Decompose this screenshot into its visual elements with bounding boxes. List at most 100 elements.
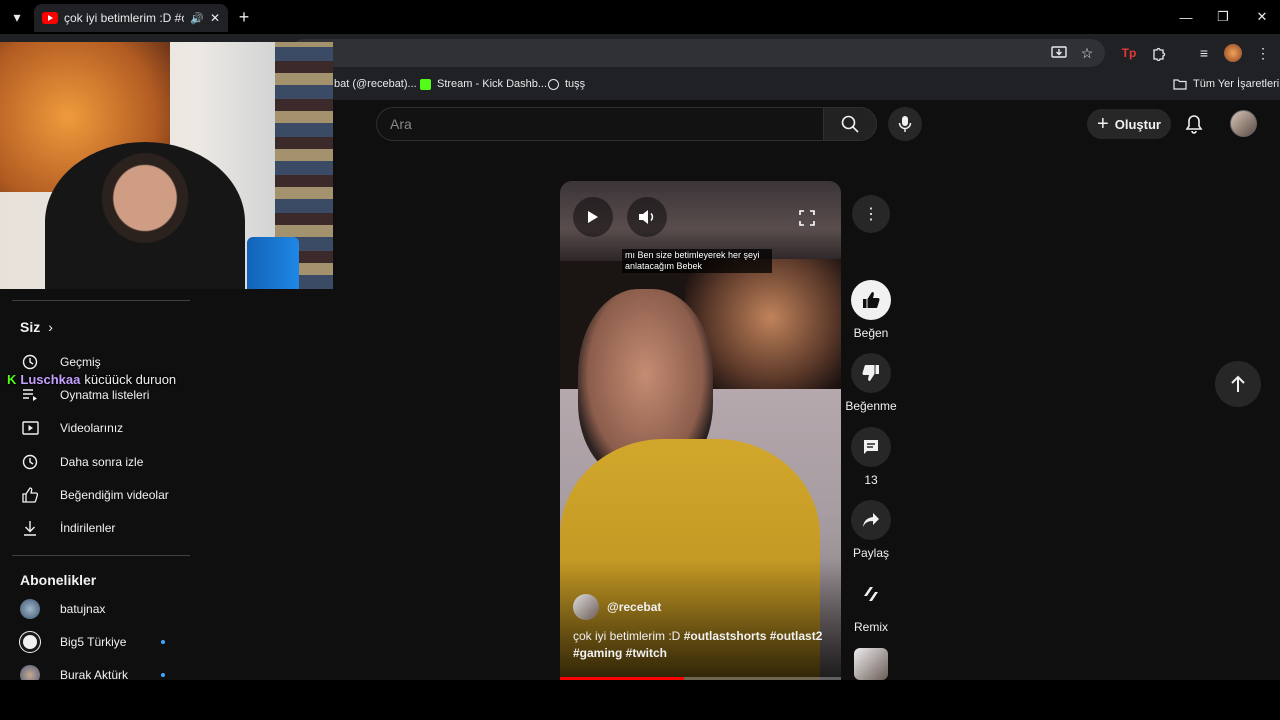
sound-source-thumbnail[interactable] [854, 648, 888, 680]
profile-avatar-icon[interactable] [1222, 42, 1244, 64]
account-avatar[interactable] [1230, 110, 1257, 137]
short-title-text: çok iyi betimlerim :D [573, 629, 684, 643]
search-icon [841, 115, 859, 133]
subscription-item[interactable]: batujnax [20, 594, 195, 624]
sidebar-item-your-videos[interactable]: Videolarınız [20, 413, 195, 443]
fullscreen-button[interactable] [790, 201, 824, 235]
new-tab-button[interactable]: + [233, 6, 255, 28]
short-title: çok iyi betimlerim :D #outlastshorts #ou… [573, 628, 828, 662]
media-controls-icon[interactable]: ≡ [1193, 42, 1215, 64]
bookmark-item[interactable]: Stream - Kick Dashb... [420, 78, 547, 90]
channel-avatar [20, 599, 40, 619]
browser-tab[interactable]: çok iyi betimlerim :D #outla 🔊 ✕ [34, 4, 228, 32]
extension-tp-icon[interactable]: Tp [1118, 42, 1140, 64]
share-icon [863, 513, 879, 527]
browser-titlebar: ▾ çok iyi betimlerim :D #outla 🔊 ✕ + — ❐… [0, 0, 1280, 34]
restore-button[interactable]: ❐ [1203, 0, 1243, 34]
remix-icon [864, 587, 878, 601]
blue-cup-image [247, 237, 299, 289]
streamer-image [45, 142, 245, 289]
dislike-action[interactable]: Beğenme [845, 353, 897, 413]
notifications-button[interactable] [1182, 112, 1206, 136]
bookmark-label: Stream - Kick Dashb... [437, 78, 548, 90]
sidebar-item-liked-videos[interactable]: Beğendiğim videolar [20, 480, 195, 510]
voice-search-button[interactable] [888, 107, 922, 141]
history-icon [20, 352, 40, 372]
share-label: Paylaş [852, 546, 890, 560]
play-button[interactable] [573, 197, 613, 237]
youtube-favicon-icon [42, 12, 58, 24]
all-bookmarks-button[interactable]: Tüm Yer İşaretleri [1173, 78, 1279, 90]
thumb-up-icon [20, 485, 40, 505]
sidebar-subscriptions-header: Abonelikler [20, 572, 96, 588]
play-icon [588, 211, 598, 223]
short-channel[interactable]: @recebat [573, 594, 661, 620]
channel-avatar [19, 631, 41, 653]
sidebar-divider [12, 300, 190, 301]
search-input[interactable]: Ara [376, 107, 824, 141]
like-action[interactable]: Beğen [845, 280, 897, 340]
search-button[interactable] [823, 107, 877, 141]
globe-icon [548, 78, 559, 90]
extensions-puzzle-icon[interactable] [1148, 42, 1170, 64]
create-button[interactable]: + Oluştur [1087, 109, 1171, 139]
sidebar-you-title: Siz [20, 319, 41, 335]
sidebar-item-label: Geçmiş [60, 355, 101, 369]
sidebar-item-label: Beğendiğim videolar [60, 488, 169, 502]
bookmark-item[interactable]: tuşş [548, 78, 585, 90]
video-bottom-gradient [560, 560, 841, 680]
shorts-player[interactable]: mı Ben size betimleyerek her şeyi anlata… [560, 181, 841, 680]
comment-icon [864, 440, 878, 454]
browser-menu-icon[interactable]: ⋮ [1252, 42, 1274, 64]
new-content-dot [161, 640, 165, 644]
tab-audio-icon[interactable]: 🔊 [190, 12, 204, 25]
subscription-name: Big5 Türkiye [60, 635, 127, 649]
chevron-right-icon: › [48, 319, 53, 335]
sidebar-divider [12, 555, 190, 556]
bookmark-item[interactable]: bat (@recebat)... [334, 78, 417, 90]
kick-logo-icon [420, 78, 431, 90]
like-button[interactable] [851, 280, 891, 320]
remix-button[interactable] [851, 574, 891, 614]
sidebar-item-label: Videolarınız [60, 421, 124, 435]
clock-icon [20, 452, 40, 472]
chat-message-overlay: K Luschkaa kücüück duruon [7, 372, 176, 387]
create-label: Oluştur [1114, 116, 1161, 132]
dislike-button[interactable] [851, 353, 891, 393]
tab-title: çok iyi betimlerim :D #outla [64, 11, 184, 25]
playlist-icon [20, 385, 40, 405]
download-icon [20, 518, 40, 538]
comments-action[interactable]: 13 [845, 427, 897, 487]
fullscreen-icon [799, 210, 815, 226]
bookmark-star-icon[interactable]: ☆ [1076, 42, 1098, 64]
sidebar-subscriptions-title: Abonelikler [20, 572, 97, 588]
sidebar-item-downloads[interactable]: İndirilenler [20, 513, 195, 543]
thumb-down-icon [862, 365, 879, 381]
chat-username: Luschkaa [20, 372, 81, 387]
volume-button[interactable] [627, 197, 667, 237]
remix-action[interactable]: Remix [845, 574, 897, 634]
sidebar-you-header[interactable]: Siz › [20, 319, 53, 335]
sidebar-item-label: Daha sonra izle [60, 455, 144, 469]
bookmark-label: tuşş [565, 78, 586, 90]
subscription-item[interactable]: Big5 Türkiye [19, 627, 195, 657]
remix-label: Remix [853, 620, 888, 634]
tab-close-icon[interactable]: ✕ [210, 11, 220, 25]
more-options-button[interactable]: ⋮ [852, 195, 890, 233]
share-button[interactable] [851, 500, 891, 540]
share-action[interactable]: Paylaş [845, 500, 897, 560]
channel-avatar [573, 594, 599, 620]
tab-search-button[interactable]: ▾ [6, 6, 28, 28]
sidebar-item-label: İndirilenler [60, 521, 116, 535]
folder-icon [1173, 78, 1187, 90]
install-app-icon[interactable] [1048, 42, 1070, 64]
plus-icon: + [1097, 112, 1109, 135]
close-window-button[interactable]: ✕ [1242, 0, 1280, 34]
sidebar-item-watch-later[interactable]: Daha sonra izle [20, 447, 195, 477]
address-bar[interactable] [290, 39, 1105, 67]
minimize-button[interactable]: — [1166, 0, 1206, 34]
previous-short-button[interactable] [1215, 361, 1261, 407]
comments-button[interactable] [851, 427, 891, 467]
chat-message-text: kücüück duruon [84, 372, 177, 387]
video-subtitle: mı Ben size betimleyerek her şeyi anlata… [622, 249, 772, 273]
